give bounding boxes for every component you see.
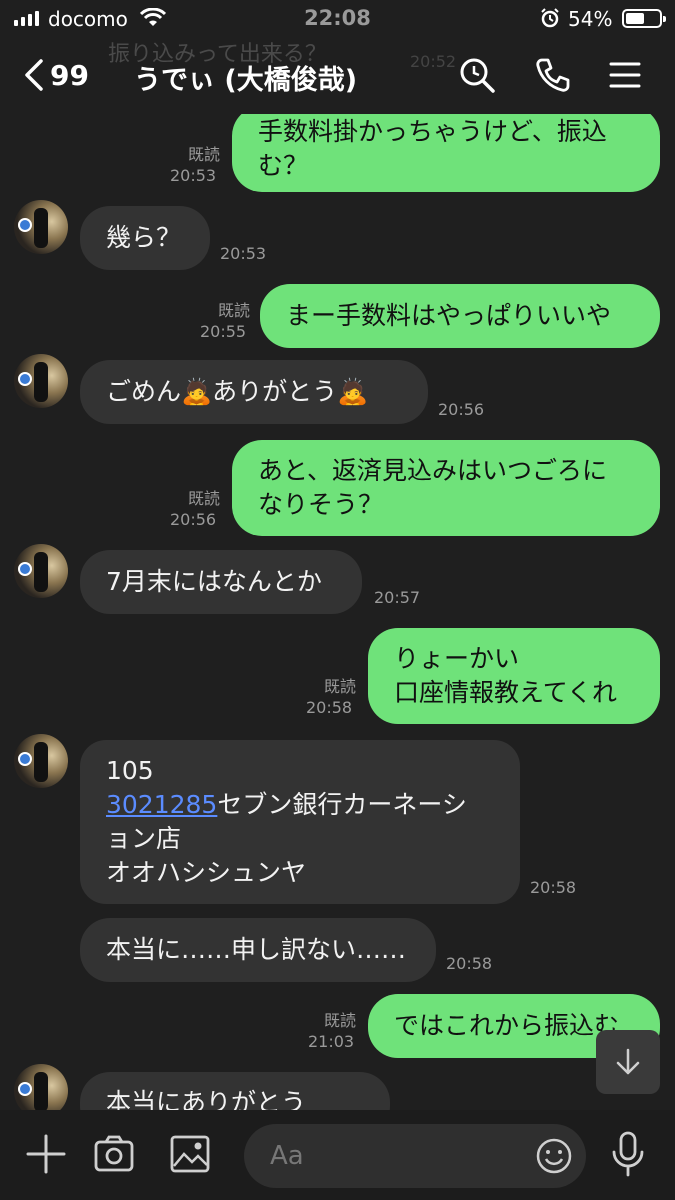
message-line: あと、返済見込みはいつごろに [258,456,608,485]
search-icon[interactable] [458,56,496,98]
arrow-down-icon [616,1048,640,1075]
previous-message-time: 20:52 [410,52,457,71]
message-time: 20:53 [170,166,217,185]
read-receipt: 既読 [323,677,356,696]
message-line: 7月末にはなんとか [106,567,322,596]
unread-count: 99 [50,58,89,92]
message-bubble-incoming[interactable]: 本当にありがとう [80,1072,390,1110]
phone-icon[interactable] [534,56,572,98]
message-time: 20:58 [306,698,353,717]
message-time: 20:56 [170,510,217,529]
message-line: まー手数料はやっぱりいいや [286,301,612,330]
chat-title: うでぃ (大橋俊哉) [134,65,358,96]
chat-header: 振り込みって出来る？ 20:52 99 うでぃ (大橋俊哉) [0,40,675,114]
message-line: ごめん🙇ありがとう🙇 [106,377,369,406]
scroll-to-bottom-button[interactable] [596,1030,660,1094]
avatar[interactable] [14,544,68,598]
message-line: りょーかい [394,644,520,673]
menu-icon[interactable] [608,56,642,98]
message-bubble-outgoing[interactable]: 手数料掛かっちゃうけど、振込 む？ [232,114,660,192]
image-icon[interactable] [170,1132,210,1180]
emoji-icon[interactable] [536,1138,572,1178]
message-bubble-incoming[interactable]: 本当に……申し訳ない…… [80,918,436,982]
message-list[interactable]: 既読 20:53 手数料掛かっちゃうけど、振込 む？ 幾ら？ 20:53 既読 … [0,114,675,1110]
camera-icon[interactable] [94,1132,134,1180]
message-bubble-outgoing[interactable]: あと、返済見込みはいつごろに なりそう？ [232,440,660,536]
microphone-icon[interactable] [610,1130,646,1182]
message-line: なりそう？ [258,490,384,519]
message-line: む？ [258,151,309,180]
avatar[interactable] [14,734,68,788]
message-bubble-outgoing[interactable]: まー手数料はやっぱりいいや [260,284,660,348]
message-line: 本当に……申し訳ない…… [106,935,407,964]
account-number-link[interactable]: 3021285 [106,790,217,819]
message-time: 20:55 [200,322,247,341]
message-time: 20:58 [446,954,493,973]
message-input[interactable] [270,1124,530,1188]
message-line: セブン銀行カーネーシ [217,790,467,819]
chevron-left-icon [25,59,43,91]
read-receipt: 既読 [323,1011,356,1030]
message-input-bar [0,1110,675,1200]
message-bubble-incoming[interactable]: 7月末にはなんとか [80,550,362,614]
message-line: 105 [106,756,154,785]
message-input-field[interactable] [244,1124,586,1188]
message-time: 20:58 [530,878,577,897]
message-line: 手数料掛かっちゃうけど、振込 [258,117,607,146]
message-line: ョン店 [106,824,182,853]
message-bubble-incoming[interactable]: 105 3021285セブン銀行カーネーシ ョン店 オオハシシュンヤ [80,740,520,904]
read-receipt: 既読 [217,301,250,320]
message-line: 幾ら？ [106,223,182,252]
message-line: 口座情報教えてくれ [394,678,618,707]
message-bubble-outgoing[interactable]: りょーかい 口座情報教えてくれ [368,628,660,724]
battery-icon [622,9,666,28]
message-line: 本当にありがとう [106,1088,307,1110]
plus-icon[interactable] [26,1132,66,1180]
message-line: 3021285セブン銀行カーネーシ [106,788,494,822]
avatar[interactable] [14,200,68,254]
message-bubble-incoming[interactable]: 幾ら？ [80,206,210,270]
alarm-icon [540,8,560,32]
read-receipt: 既読 [187,489,220,508]
message-time: 20:53 [220,244,267,263]
message-time: 21:03 [308,1032,355,1051]
avatar[interactable] [14,1064,68,1110]
message-time: 20:57 [374,588,421,607]
read-receipt: 既読 [187,145,220,164]
back-button[interactable]: 99 [22,58,89,92]
avatar[interactable] [14,354,68,408]
message-bubble-incoming[interactable]: ごめん🙇ありがとう🙇 [80,360,428,424]
message-time: 20:56 [438,400,485,419]
battery-percent: 54% [568,7,613,31]
status-bar: docomo 22:08 54% [0,0,675,40]
message-line: オオハシシュンヤ [106,858,307,887]
